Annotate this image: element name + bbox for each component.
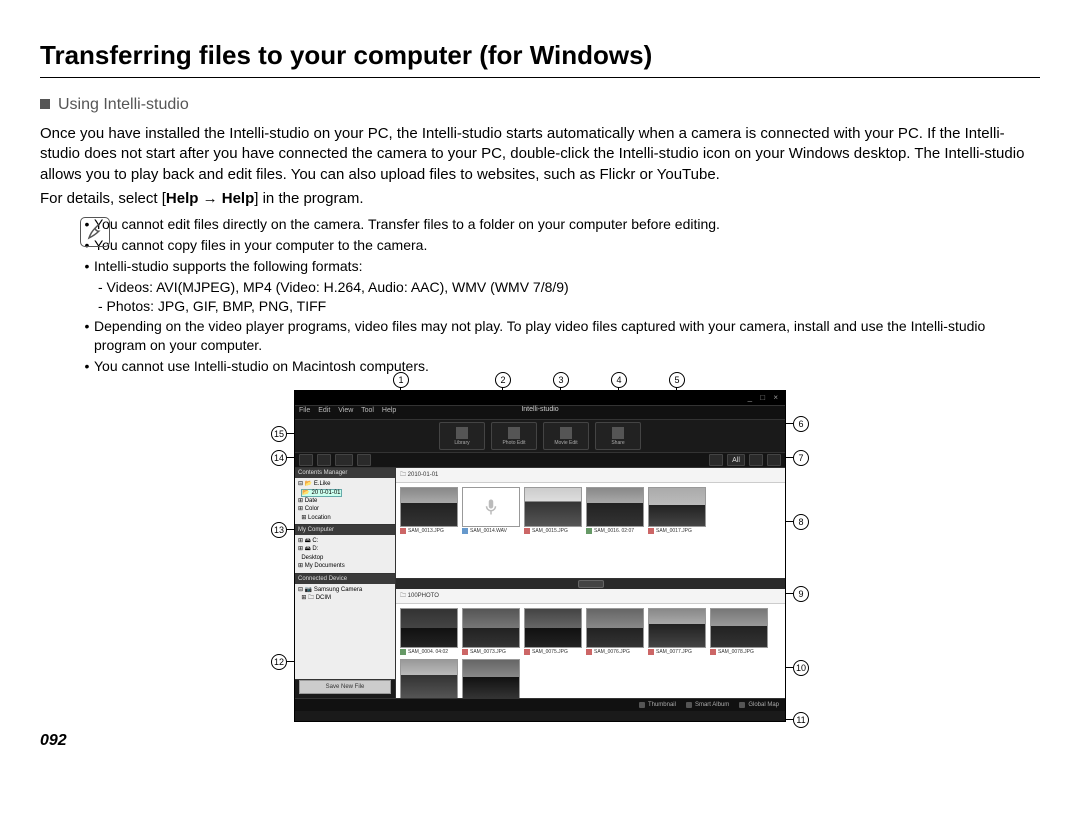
- breadcrumb-bottom[interactable]: 🗀 100PHOTO: [396, 589, 785, 604]
- thumbnail[interactable]: SAM_0078.JPG: [710, 608, 768, 655]
- thumbnail[interactable]: SAM_0013.JPG: [400, 487, 458, 534]
- note-item: You cannot copy files in your computer t…: [94, 236, 427, 255]
- page-title: Transferring files to your computer (for…: [40, 40, 1040, 71]
- note-item: You cannot edit files directly on the ca…: [94, 215, 720, 234]
- callout-13: 13: [271, 522, 287, 538]
- callout-4: 4: [611, 372, 627, 388]
- title-rule: [40, 77, 1040, 78]
- nav-home[interactable]: [335, 454, 353, 466]
- mode-photo-edit[interactable]: Photo Edit: [491, 422, 537, 450]
- thumbnail[interactable]: SAM_0080.JPG: [462, 659, 520, 699]
- window-controls[interactable]: _ □ ×: [748, 391, 785, 402]
- callout-9: 9: [793, 586, 809, 602]
- app-brand: Intelli-studio: [295, 406, 785, 413]
- note-list: •You cannot edit files directly on the c…: [80, 215, 1040, 376]
- callout-6: 6: [793, 416, 809, 432]
- note-item: You cannot use Intelli-studio on Macinto…: [94, 357, 429, 376]
- note-icon: [80, 217, 110, 247]
- callout-3: 3: [553, 372, 569, 388]
- thumbnail[interactable]: SAM_0016. 02:07: [586, 487, 644, 534]
- nav-up[interactable]: [357, 454, 371, 466]
- mode-bar: Library Photo Edit Movie Edit Share: [295, 420, 785, 453]
- mode-share[interactable]: Share: [595, 422, 641, 450]
- callout-2: 2: [495, 372, 511, 388]
- thumbnail[interactable]: SAM_0004. 04:02: [400, 608, 458, 655]
- breadcrumb-top[interactable]: 🗀 2010-01-01: [396, 468, 785, 483]
- left-sidebar: Contents Manager ⊟ 📂 E.Like 📂 20 0-01-01…: [295, 468, 396, 698]
- save-new-file-button[interactable]: Save New File: [299, 680, 391, 694]
- thumbnail[interactable]: SAM_0076.JPG: [586, 608, 644, 655]
- tool-new[interactable]: [709, 454, 723, 466]
- nav-back[interactable]: [299, 454, 313, 466]
- tree-device[interactable]: ⊟ 📷 Samsung Camera ⊞ 🗀 DCIM: [295, 584, 395, 605]
- nav-fwd[interactable]: [317, 454, 331, 466]
- mode-movie-edit[interactable]: Movie Edit: [543, 422, 589, 450]
- intro-paragraph: Once you have installed the Intelli-stud…: [40, 124, 1040, 185]
- thumbnail[interactable]: SAM_0017.JPG: [648, 487, 706, 534]
- view-thumbnail[interactable]: Thumbnail: [639, 702, 676, 708]
- callout-7: 7: [793, 450, 809, 466]
- callout-14: 14: [271, 450, 287, 466]
- callout-8: 8: [793, 514, 809, 530]
- tree-folders[interactable]: ⊟ 📂 E.Like 📂 20 0-01-01 ⊞ Date ⊞ Color ⊞…: [295, 478, 395, 524]
- pc-content-pane: 🗀 2010-01-01 SAM_0013.JPG SAM_0014.WAV S…: [396, 468, 785, 579]
- mode-library[interactable]: Library: [439, 422, 485, 450]
- thumbnail[interactable]: SAM_0079.JPG: [400, 659, 458, 699]
- note-subitem: - Videos: AVI(MJPEG), MP4 (Video: H.264,…: [80, 278, 1040, 297]
- window-titlebar[interactable]: _ □ ×: [295, 391, 785, 406]
- pane-splitter[interactable]: [396, 579, 785, 589]
- panel-contents-manager: Contents Manager: [295, 468, 395, 478]
- view-global-map[interactable]: Global Map: [739, 702, 779, 708]
- note-item: Depending on the video player programs, …: [94, 317, 1040, 355]
- thumbnail[interactable]: SAM_0073.JPG: [462, 608, 520, 655]
- note-subitem: - Photos: JPG, GIF, BMP, PNG, TIFF: [80, 297, 1040, 316]
- callout-1: 1: [393, 372, 409, 388]
- device-content-pane: 🗀 100PHOTO SAM_0004. 04:02 SAM_0073.JPG …: [396, 589, 785, 699]
- view-smart-album[interactable]: Smart Album: [686, 702, 729, 708]
- tree-drives[interactable]: ⊞ 🖴 C: ⊞ 🖴 D: Desktop ⊞ My Documents: [295, 535, 395, 573]
- note-item: Intelli-studio supports the following fo…: [94, 257, 362, 276]
- panel-my-computer: My Computer: [295, 525, 395, 535]
- thumbnail[interactable]: SAM_0014.WAV: [462, 487, 520, 534]
- page-number: 092: [40, 732, 1040, 750]
- callout-5: 5: [669, 372, 685, 388]
- help-hint: For details, select [Help → Help] in the…: [40, 189, 1040, 209]
- tool-photo-filter[interactable]: [749, 454, 763, 466]
- callout-15: 15: [271, 426, 287, 442]
- status-bar: Thumbnail Smart Album Global Map: [295, 698, 785, 711]
- filter-all[interactable]: All: [727, 454, 745, 466]
- thumbnail[interactable]: SAM_0075.JPG: [524, 608, 582, 655]
- section-subtitle: Using Intelli-studio: [40, 96, 1040, 114]
- panel-connected-device: Connected Device: [295, 574, 395, 584]
- callout-10: 10: [793, 660, 809, 676]
- thumbnail[interactable]: SAM_0077.JPG: [648, 608, 706, 655]
- tool-audio-filter[interactable]: [767, 454, 781, 466]
- callout-12: 12: [271, 654, 287, 670]
- nav-toolbar: All: [295, 453, 785, 468]
- callout-11: 11: [793, 712, 809, 728]
- app-screenshot: 1 2 3 4 5 6 7 8 9 10 11 15 14 13 12 _ □ …: [275, 390, 805, 722]
- thumbnail[interactable]: SAM_0015.JPG: [524, 487, 582, 534]
